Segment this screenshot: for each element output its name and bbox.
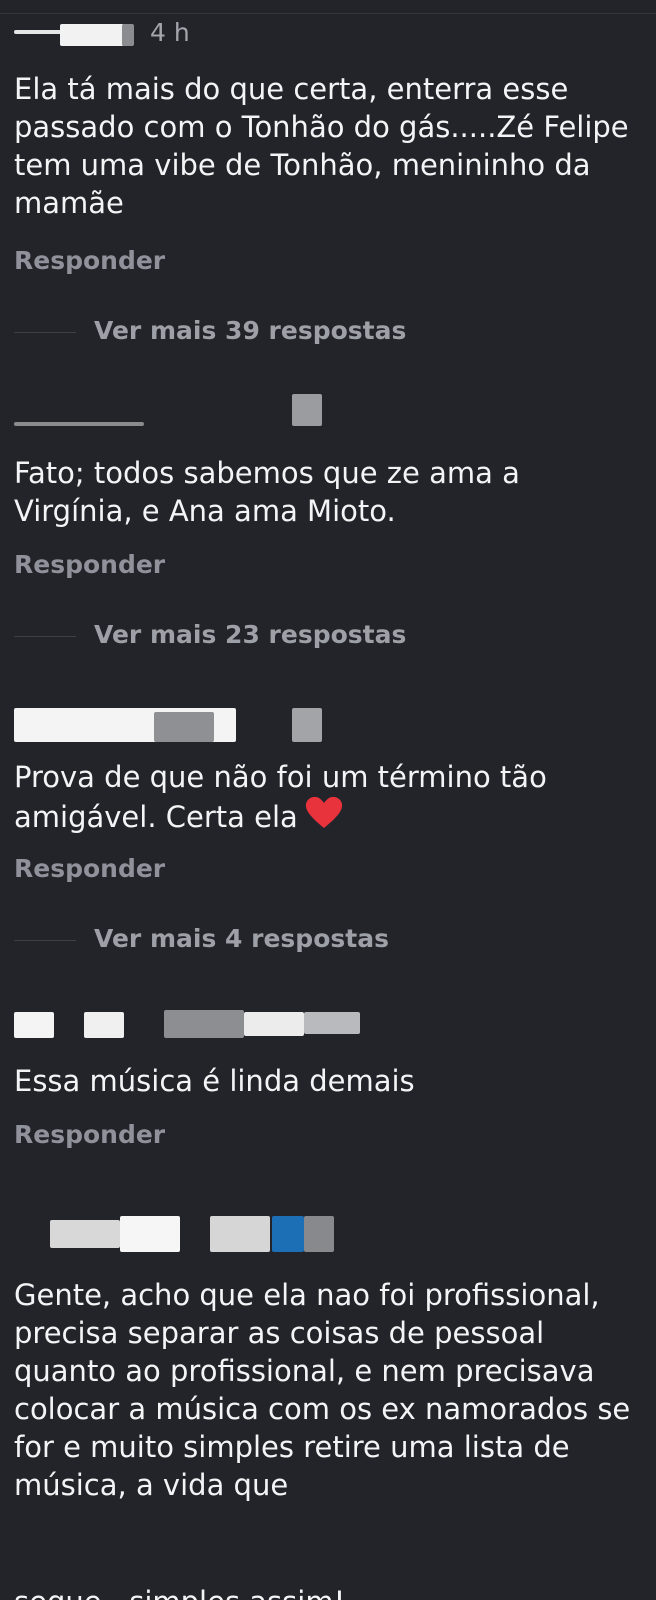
- reply-button[interactable]: Responder: [14, 550, 165, 580]
- comment-timestamp: 4 h: [150, 18, 190, 47]
- reply-button[interactable]: Responder: [14, 854, 165, 884]
- reply-button[interactable]: Responder: [14, 246, 165, 276]
- username-redacted[interactable]: [14, 392, 334, 426]
- comment-text-cut: segue...simples assim!: [14, 1583, 574, 1600]
- view-more-replies[interactable]: Ver mais 4 respostas: [14, 924, 634, 954]
- username-redacted[interactable]: [14, 18, 134, 52]
- comment-text-cut-content: segue...simples assim!: [14, 1583, 345, 1600]
- view-more-replies[interactable]: Ver mais 39 respostas: [14, 316, 634, 346]
- comment-text-content: Prova de que não foi um término tão amig…: [14, 760, 547, 834]
- username-redacted[interactable]: [14, 1008, 374, 1042]
- comment-text: Essa música é linda demais: [14, 1064, 415, 1098]
- comment-text: Gente, acho que ela nao foi profissional…: [14, 1278, 631, 1502]
- red-heart-icon: [304, 796, 344, 839]
- view-more-replies-label[interactable]: Ver mais 23 respostas: [94, 620, 406, 650]
- top-divider: [0, 0, 656, 14]
- replies-divider: [14, 940, 76, 941]
- replies-divider: [14, 636, 76, 637]
- view-more-replies[interactable]: Ver mais 23 respostas: [14, 620, 634, 650]
- comment-text: Fato; todos sabemos que ze ama a Virgíni…: [14, 456, 520, 528]
- username-redacted[interactable]: [14, 704, 334, 742]
- view-more-replies-label[interactable]: Ver mais 4 respostas: [94, 924, 389, 954]
- comment-text: Ela tá mais do que certa, enterra esse p…: [14, 72, 629, 220]
- replies-divider: [14, 332, 76, 333]
- comment-text: Prova de que não foi um término tão amig…: [14, 758, 644, 839]
- view-more-replies-label[interactable]: Ver mais 39 respostas: [94, 316, 406, 346]
- username-redacted[interactable]: [14, 1214, 334, 1252]
- reply-button[interactable]: Responder: [14, 1120, 165, 1150]
